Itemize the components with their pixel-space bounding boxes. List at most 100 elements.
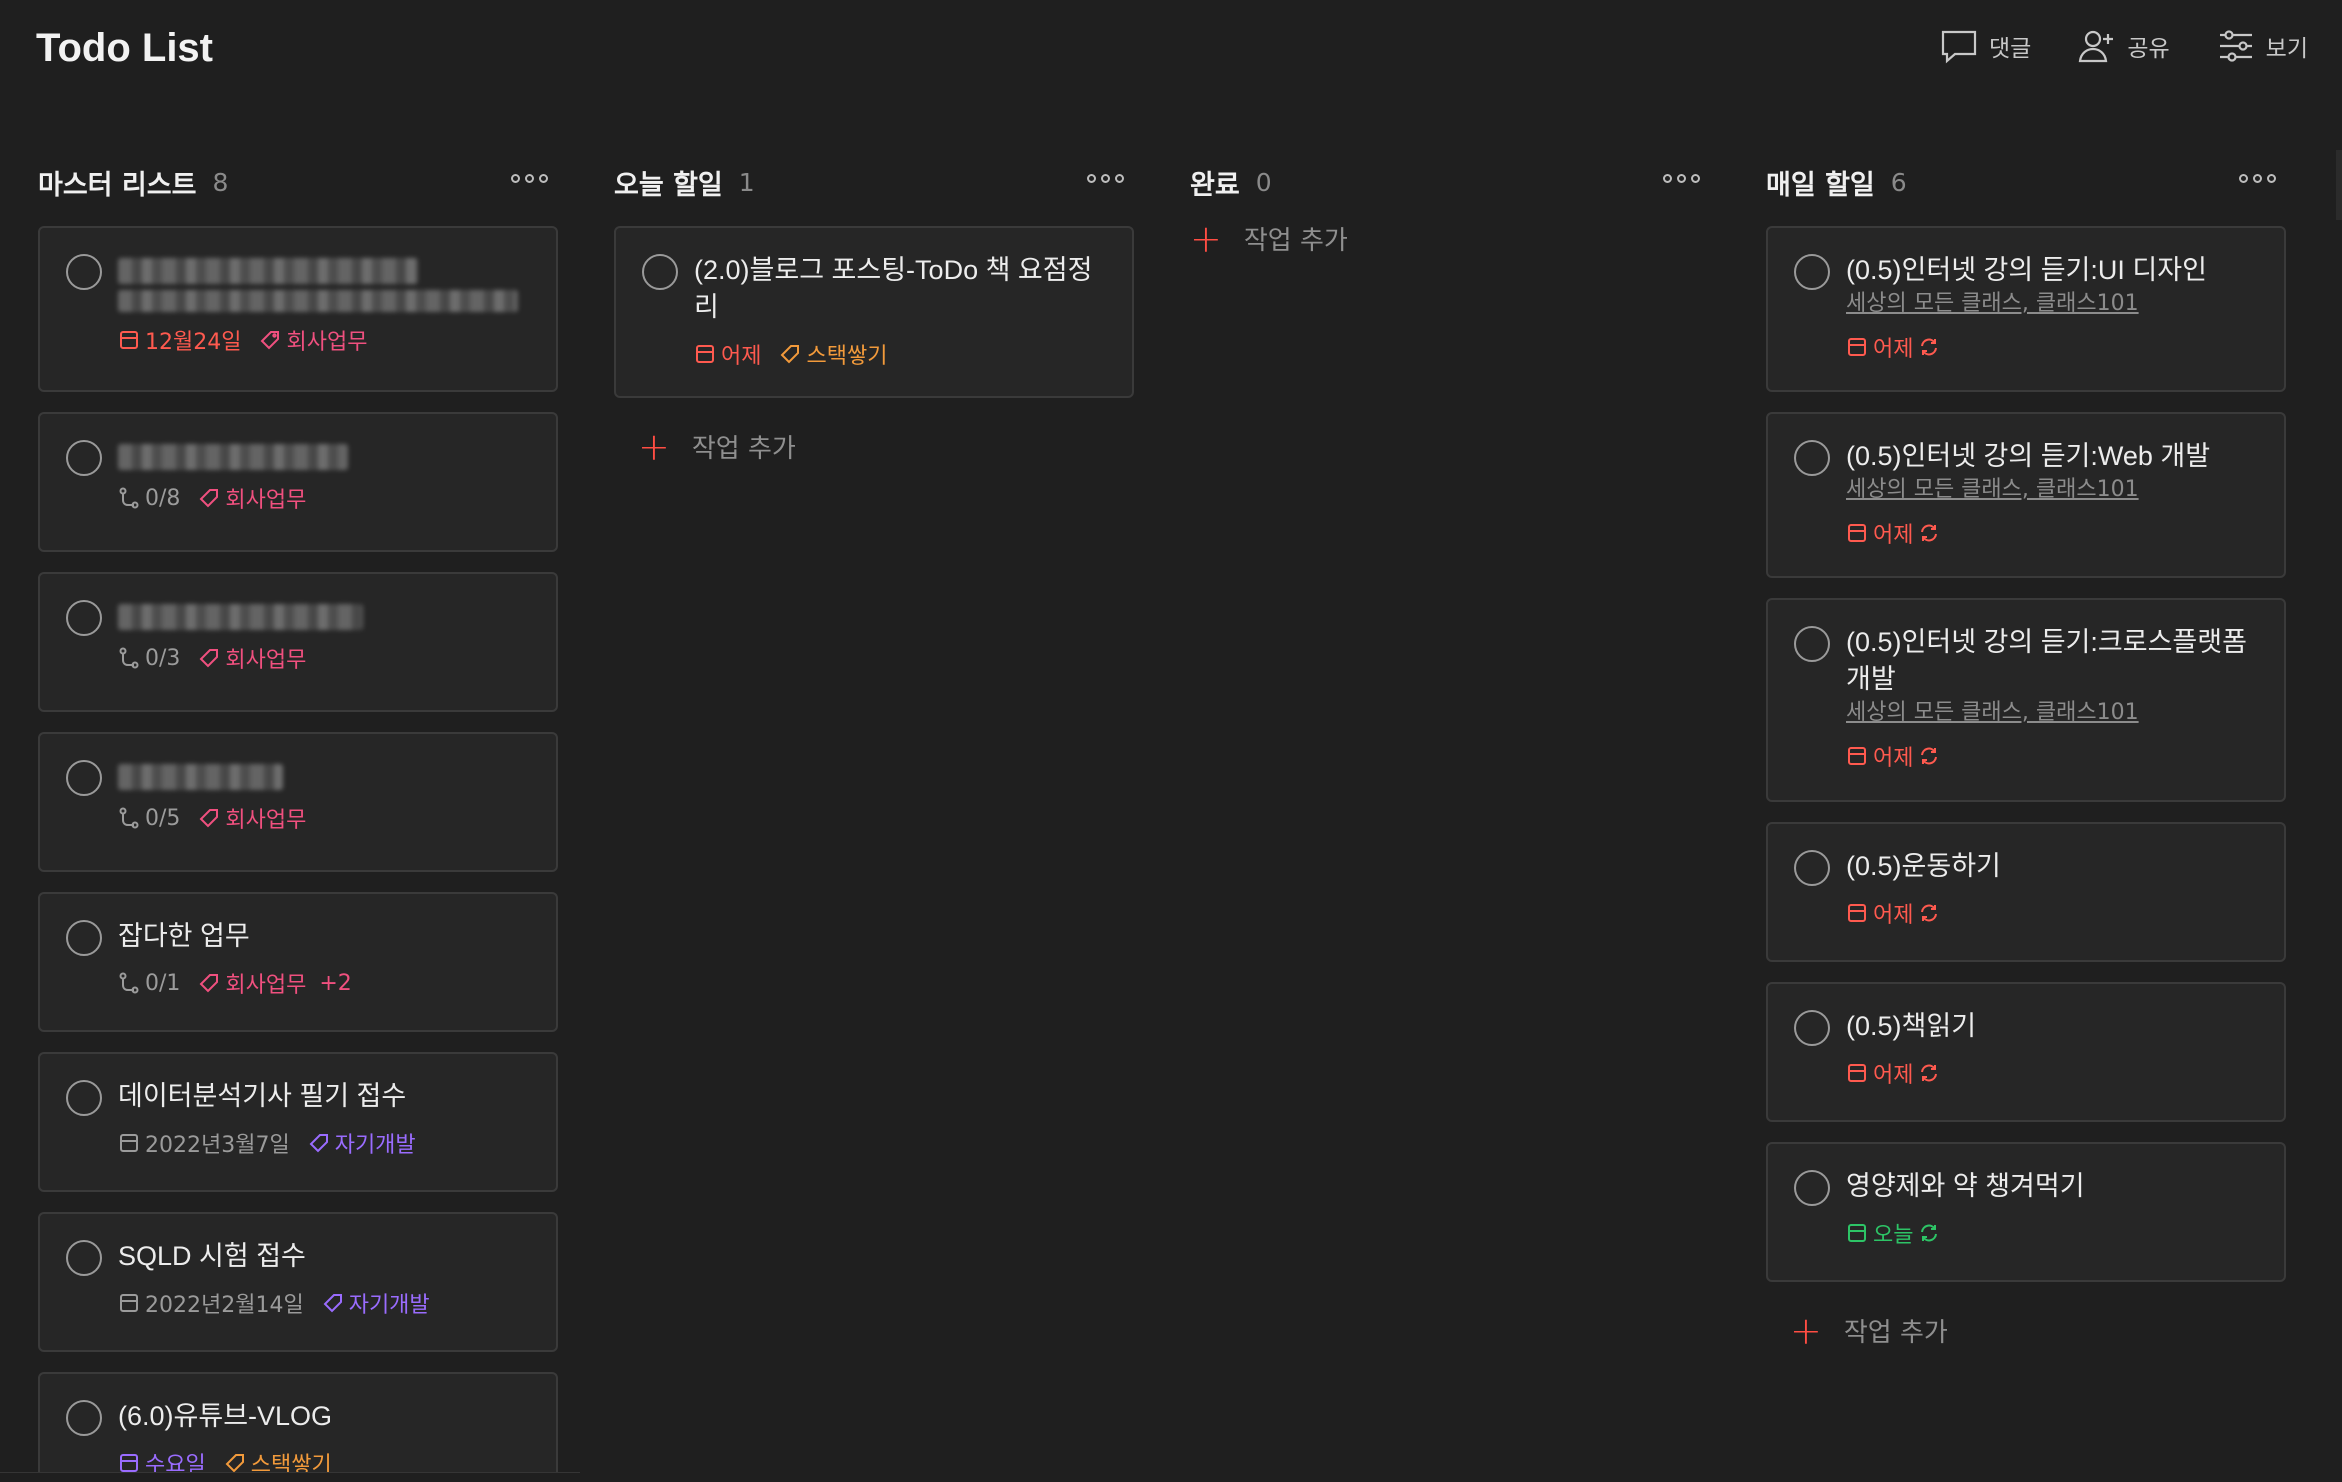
task-checkbox[interactable]	[1794, 440, 1830, 476]
subtask-count: 0/5	[118, 806, 180, 831]
task-card[interactable]: 잡다한 업무 0/1 회사업무 +2	[38, 892, 558, 1032]
due-date: 어제	[1846, 740, 1940, 772]
share-label: 공유	[2127, 36, 2170, 62]
task-card[interactable]: 영양제와 약 챙겨먹기 오늘	[1766, 1142, 2286, 1282]
repeat-icon	[1921, 1064, 1938, 1082]
due-date: 2022년2월14일	[118, 1287, 304, 1319]
column-more-button[interactable]	[1081, 168, 1130, 189]
column-more-button[interactable]	[505, 168, 554, 189]
task-checkbox[interactable]	[66, 1240, 102, 1276]
view-button[interactable]: 보기	[2216, 28, 2308, 64]
due-date: 어제	[1846, 517, 1940, 549]
comment-button[interactable]: 댓글	[1939, 28, 2031, 64]
add-task-button[interactable]: + 작업 추가	[1790, 1308, 2286, 1353]
task-checkbox[interactable]	[1794, 850, 1830, 886]
kanban-board: 마스터 리스트 8 12월24일 회사업무 0/8 회사업무 0/3 회사업무 …	[0, 160, 2342, 1482]
calendar-icon	[696, 345, 714, 363]
top-bar: Todo List 댓글 공유 보기	[0, 0, 2342, 100]
task-checkbox[interactable]	[1794, 1010, 1830, 1046]
add-task-label: 작업 추가	[1843, 1318, 1948, 1348]
task-card[interactable]: (0.5)인터넷 강의 듣기:크로스플랫폼 개발 세상의 모든 클래스, 클래스…	[1766, 598, 2286, 802]
column-count: 0	[1255, 167, 1272, 197]
tag: 회사업무	[198, 642, 306, 674]
tag-icon	[199, 649, 219, 668]
repeat-icon	[1921, 524, 1938, 542]
task-card[interactable]: 0/5 회사업무	[38, 732, 558, 872]
calendar-icon	[1848, 904, 1866, 922]
tag: 스택쌓기	[779, 338, 887, 370]
repeat-icon	[1921, 904, 1938, 922]
tag-icon	[309, 1134, 328, 1153]
add-task-button[interactable]: + 작업 추가	[638, 424, 1134, 469]
task-checkbox[interactable]	[66, 760, 102, 796]
task-checkbox[interactable]	[66, 254, 102, 290]
sliders-icon	[2219, 30, 2252, 62]
task-description[interactable]: 세상의 모든 클래스, 클래스101	[1846, 698, 2256, 728]
task-card[interactable]: (6.0)유튜브-VLOG 수요일 스택쌓기	[38, 1372, 558, 1482]
due-date: 어제	[1846, 897, 1940, 929]
calendar-icon	[1848, 524, 1866, 542]
task-checkbox[interactable]	[66, 600, 102, 636]
view-label: 보기	[2265, 36, 2308, 62]
column-more-button[interactable]	[2233, 168, 2282, 189]
due-date: 어제	[1846, 331, 1940, 363]
column-header: 완료 0	[1190, 160, 1710, 204]
due-date: 오늘	[1846, 1217, 1940, 1249]
add-task-label: 작업 추가	[1243, 226, 1348, 256]
task-checkbox[interactable]	[66, 1080, 102, 1116]
subtask-icon	[119, 647, 139, 669]
due-date: 2022년3월7일	[118, 1127, 290, 1159]
subtask-count: 0/3	[118, 646, 180, 671]
task-title: (0.5)운동하기	[1846, 851, 2001, 881]
add-task-label: 작업 추가	[691, 434, 796, 464]
calendar-icon	[1848, 1224, 1866, 1242]
calendar-icon	[120, 331, 138, 349]
task-card[interactable]: 0/3 회사업무	[38, 572, 558, 712]
task-checkbox[interactable]	[1794, 254, 1830, 290]
task-title: 잡다한 업무	[118, 921, 250, 951]
tag-icon	[199, 489, 219, 508]
calendar-icon	[120, 1454, 138, 1472]
column-title: 완료	[1190, 169, 1240, 201]
blurred-title	[118, 764, 283, 790]
task-checkbox[interactable]	[66, 1400, 102, 1436]
column-header: 마스터 리스트 8	[38, 160, 558, 204]
repeat-icon	[1921, 338, 1938, 356]
task-card[interactable]: 12월24일 회사업무	[38, 226, 558, 392]
column-today: 오늘 할일 1 (2.0)블로그 포스팅-ToDo 책 요점정리 어제 스택쌓기	[614, 160, 1134, 469]
task-checkbox[interactable]	[66, 920, 102, 956]
header-actions: 댓글 공유 보기	[1939, 28, 2308, 64]
task-checkbox[interactable]	[642, 254, 678, 290]
task-card[interactable]: (0.5)운동하기 어제	[1766, 822, 2286, 962]
column-title: 오늘 할일	[614, 169, 723, 201]
tag-icon	[199, 809, 219, 828]
repeat-icon	[1921, 747, 1938, 765]
share-button[interactable]: 공유	[2077, 28, 2170, 64]
task-checkbox[interactable]	[1794, 1170, 1830, 1206]
task-title: (0.5)인터넷 강의 듣기:크로스플랫폼 개발	[1846, 627, 2247, 694]
scrollbar[interactable]	[2336, 150, 2342, 220]
task-title: (0.5)책읽기	[1846, 1011, 1977, 1041]
task-description[interactable]: 세상의 모든 클래스, 클래스101	[1846, 289, 2256, 319]
plus-icon: +	[1790, 1308, 1822, 1353]
task-card[interactable]: (2.0)블로그 포스팅-ToDo 책 요점정리 어제 스택쌓기	[614, 226, 1134, 398]
task-card[interactable]: (0.5)인터넷 강의 듣기:UI 디자인 세상의 모든 클래스, 클래스101…	[1766, 226, 2286, 392]
task-checkbox[interactable]	[66, 440, 102, 476]
task-card[interactable]: 0/8 회사업무	[38, 412, 558, 552]
task-title: (0.5)인터넷 강의 듣기:Web 개발	[1846, 441, 2211, 471]
column-more-button[interactable]	[1657, 168, 1706, 189]
subtask-icon	[119, 807, 139, 829]
blurred-title	[118, 604, 363, 630]
add-task-button[interactable]: + 작업 추가	[1190, 216, 1710, 261]
task-card[interactable]: (0.5)인터넷 강의 듣기:Web 개발 세상의 모든 클래스, 클래스101…	[1766, 412, 2286, 578]
task-description[interactable]: 세상의 모든 클래스, 클래스101	[1846, 475, 2256, 505]
tag: 회사업무	[198, 482, 306, 514]
column-count: 6	[1890, 167, 1907, 197]
task-card[interactable]: SQLD 시험 접수 2022년2월14일 자기개발	[38, 1212, 558, 1352]
task-checkbox[interactable]	[1794, 626, 1830, 662]
task-card[interactable]: 데이터분석기사 필기 접수 2022년3월7일 자기개발	[38, 1052, 558, 1192]
blurred-title	[118, 290, 518, 312]
plus-icon: +	[638, 424, 670, 469]
plus-icon: +	[1190, 216, 1222, 261]
task-card[interactable]: (0.5)책읽기 어제	[1766, 982, 2286, 1122]
